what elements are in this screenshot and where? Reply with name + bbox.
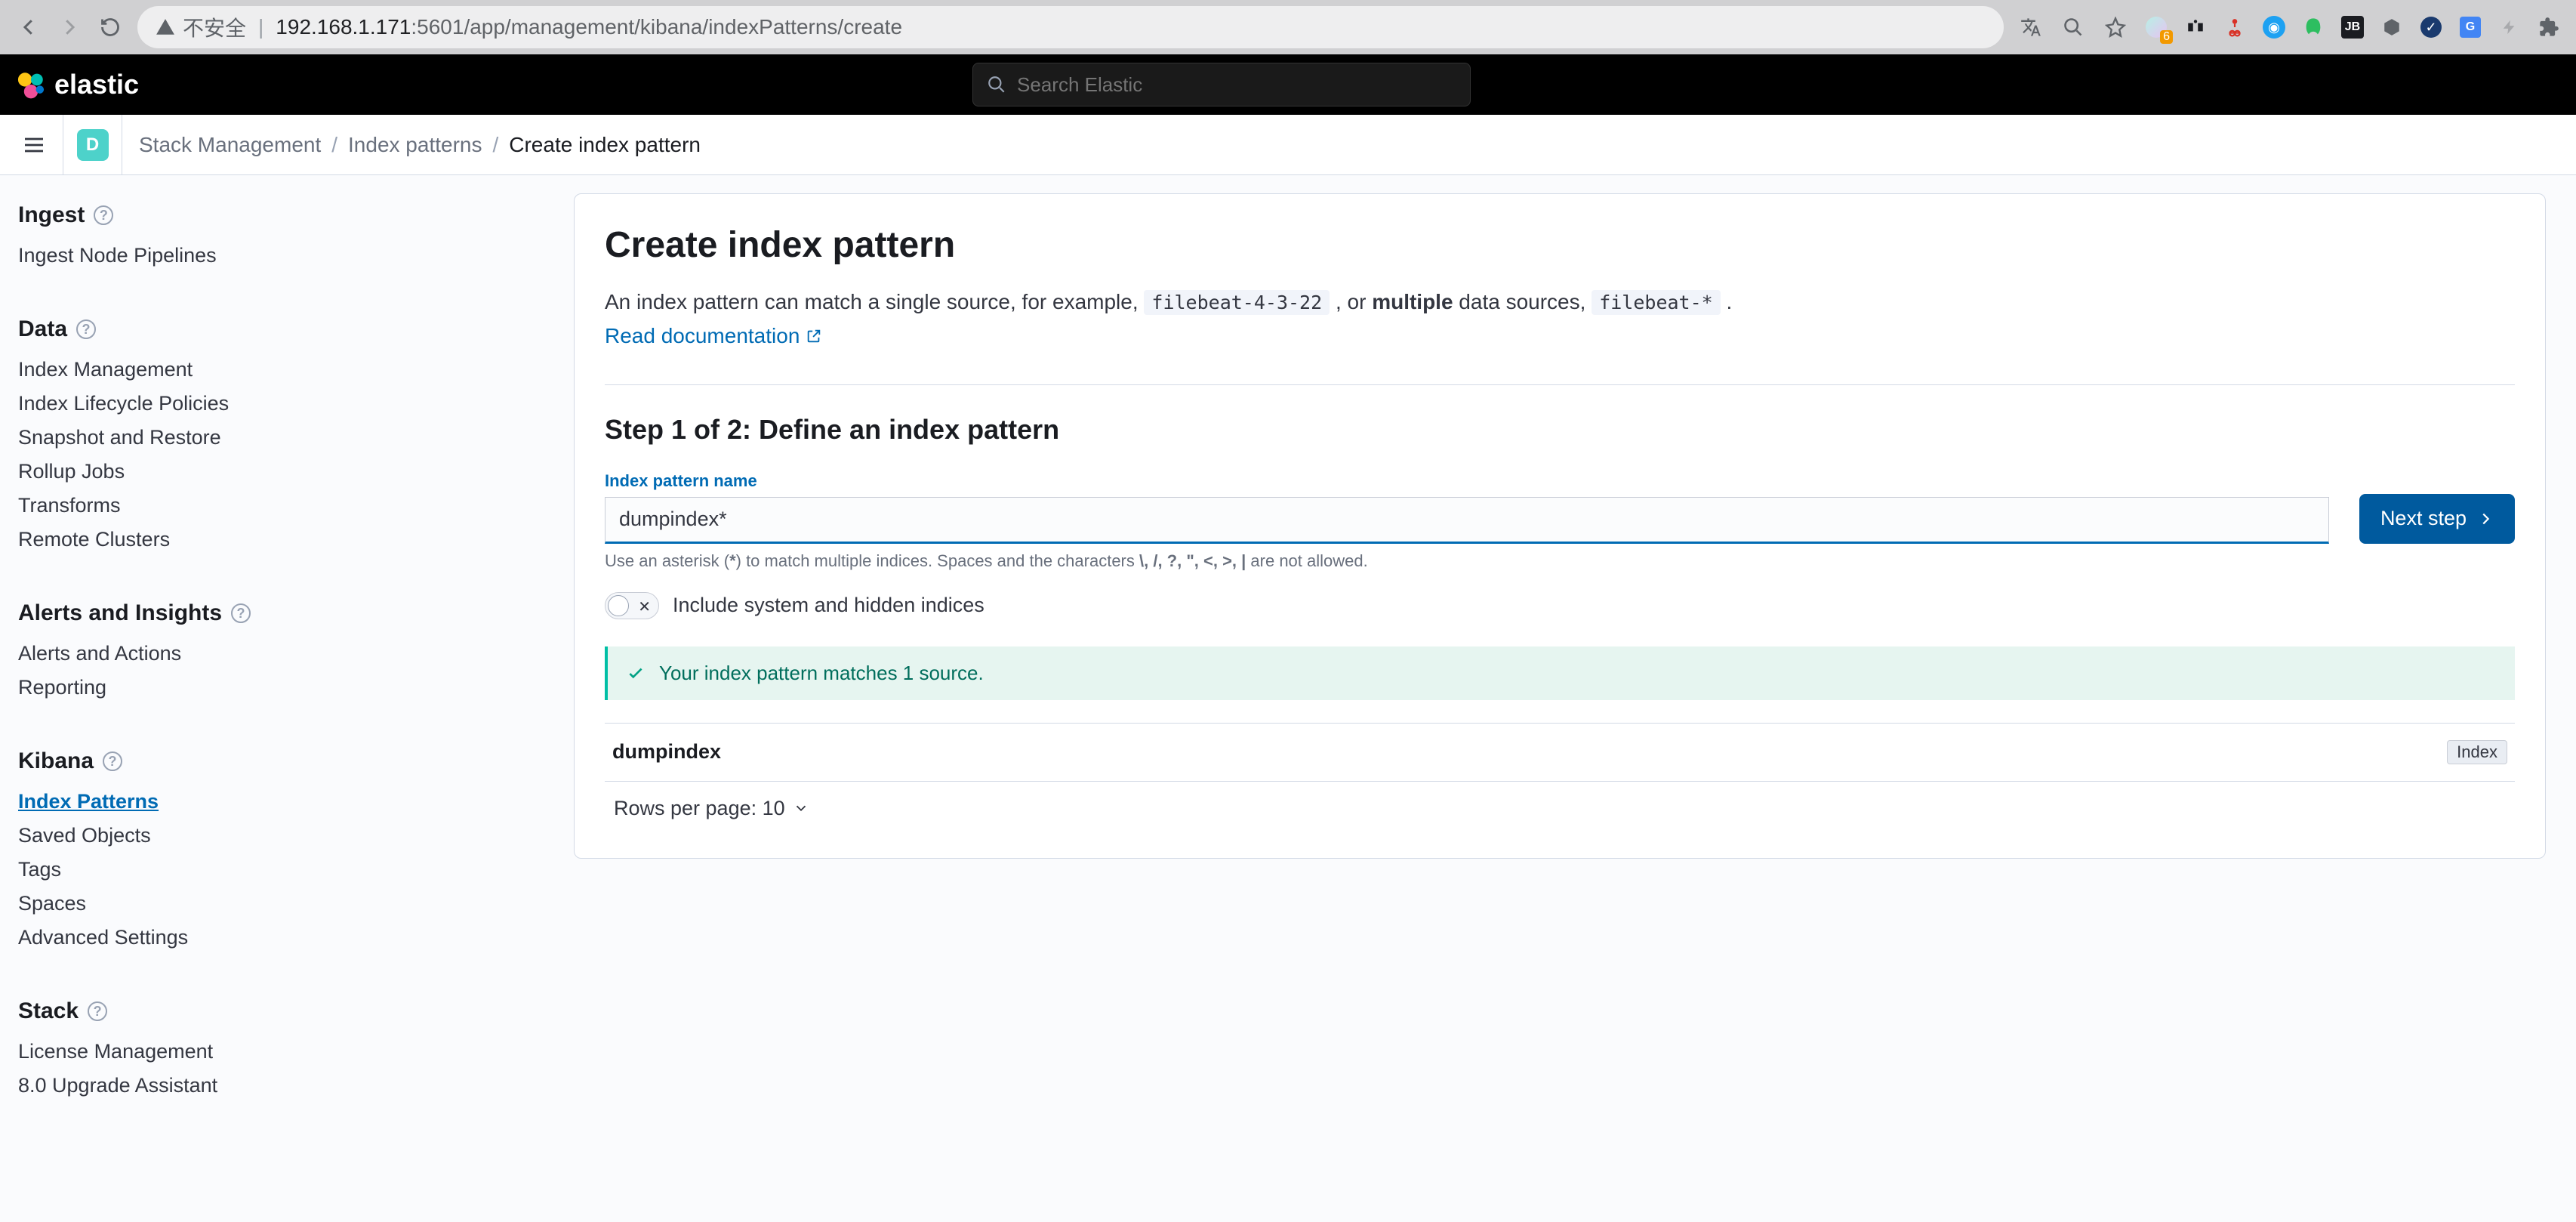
help-icon[interactable]: ? bbox=[88, 1001, 107, 1021]
global-search-input[interactable] bbox=[1017, 73, 1456, 97]
search-icon bbox=[987, 75, 1006, 94]
ext-icon-4[interactable]: ◉ bbox=[2262, 15, 2286, 39]
index-pattern-name-input[interactable] bbox=[605, 497, 2329, 544]
sidebar-item[interactable]: Tags bbox=[18, 853, 556, 887]
sidebar-section-stack: Stack? bbox=[18, 998, 556, 1024]
step-title: Step 1 of 2: Define an index pattern bbox=[605, 414, 2515, 446]
source-type-badge: Index bbox=[2447, 740, 2507, 764]
chevron-right-icon bbox=[2477, 511, 2494, 527]
breadcrumbs: Stack Management / Index patterns / Crea… bbox=[122, 133, 701, 157]
sidebar-section-data: Data? bbox=[18, 316, 556, 342]
sidebar-item[interactable]: Spaces bbox=[18, 887, 556, 921]
address-bar[interactable]: 不安全 | 192.168.1.171:5601/app/management/… bbox=[137, 6, 2004, 48]
forward-button[interactable] bbox=[56, 14, 83, 41]
ext-icon-10[interactable] bbox=[2497, 15, 2522, 39]
chevron-down-icon bbox=[793, 800, 809, 816]
toggle-label: Include system and hidden indices bbox=[673, 594, 984, 617]
field-hint: Use an asterisk (*) to match multiple in… bbox=[605, 551, 2329, 571]
sidebar-item[interactable]: Transforms bbox=[18, 489, 556, 523]
breadcrumb-current: Create index pattern bbox=[509, 133, 701, 157]
insecure-warning: 不安全 bbox=[156, 12, 246, 42]
reload-button[interactable] bbox=[97, 14, 124, 41]
extensions-icon[interactable] bbox=[2537, 15, 2561, 39]
sources-table: dumpindex Index bbox=[605, 723, 2515, 782]
sidebar-item[interactable]: Alerts and Actions bbox=[18, 637, 556, 671]
space-selector[interactable]: D bbox=[77, 129, 109, 161]
code-example: filebeat-* bbox=[1592, 290, 1721, 315]
nav-toggle[interactable] bbox=[5, 115, 63, 175]
app-header: elastic bbox=[0, 54, 2576, 115]
table-row: dumpindex Index bbox=[605, 724, 2515, 782]
sidebar-section-ingest: Ingest? bbox=[18, 202, 556, 228]
elastic-logo-icon bbox=[15, 69, 47, 100]
global-search[interactable] bbox=[972, 63, 1471, 106]
url-text: 192.168.1.171:5601/app/management/kibana… bbox=[276, 15, 902, 39]
browser-actions: 6 ◉ JB ✓ G bbox=[2017, 14, 2561, 41]
sidebar-item[interactable]: 8.0 Upgrade Assistant bbox=[18, 1069, 556, 1103]
ext-icon-1[interactable]: 6 bbox=[2144, 15, 2168, 39]
sidebar-item[interactable]: Advanced Settings bbox=[18, 921, 556, 955]
sidebar-section-kibana: Kibana? bbox=[18, 748, 556, 774]
sidebar-item-index-patterns[interactable]: Index Patterns bbox=[18, 785, 556, 819]
close-icon: ✕ bbox=[638, 597, 651, 616]
browser-toolbar: 不安全 | 192.168.1.171:5601/app/management/… bbox=[0, 0, 2576, 54]
field-label: Index pattern name bbox=[605, 471, 2329, 491]
ext-icon-2[interactable] bbox=[2183, 15, 2208, 39]
sidebar-item[interactable]: Snapshot and Restore bbox=[18, 421, 556, 455]
sidebar-section-alerts: Alerts and Insights? bbox=[18, 600, 556, 626]
warning-icon bbox=[156, 17, 175, 37]
source-name: dumpindex bbox=[612, 740, 721, 764]
external-link-icon bbox=[806, 328, 822, 344]
code-example: filebeat-4-3-22 bbox=[1144, 290, 1330, 315]
help-icon[interactable]: ? bbox=[94, 205, 113, 225]
sidebar-item[interactable]: Index Management bbox=[18, 353, 556, 387]
ext-icon-7[interactable] bbox=[2380, 15, 2404, 39]
match-callout: Your index pattern matches 1 source. bbox=[605, 646, 2515, 700]
next-step-button[interactable]: Next step bbox=[2359, 494, 2515, 544]
breadcrumb-link[interactable]: Stack Management bbox=[139, 133, 321, 157]
breadcrumb-link[interactable]: Index patterns bbox=[348, 133, 482, 157]
elastic-logo[interactable]: elastic bbox=[15, 69, 139, 100]
include-system-indices-toggle[interactable]: ✕ bbox=[605, 592, 659, 619]
ext-icon-6[interactable]: JB bbox=[2340, 15, 2365, 39]
ext-icon-3[interactable] bbox=[2223, 15, 2247, 39]
help-icon[interactable]: ? bbox=[231, 603, 251, 623]
sidebar-item[interactable]: Index Lifecycle Policies bbox=[18, 387, 556, 421]
back-button[interactable] bbox=[15, 14, 42, 41]
sidebar-item[interactable]: Ingest Node Pipelines bbox=[18, 239, 556, 273]
ext-icon-9[interactable]: G bbox=[2458, 15, 2482, 39]
rows-per-page-selector[interactable]: Rows per page: 10 bbox=[605, 782, 2515, 835]
check-icon bbox=[626, 663, 646, 683]
page-description: An index pattern can match a single sour… bbox=[605, 285, 2515, 319]
sidebar-item[interactable]: Rollup Jobs bbox=[18, 455, 556, 489]
sidebar-item[interactable]: License Management bbox=[18, 1035, 556, 1069]
ext-icon-5[interactable] bbox=[2301, 15, 2325, 39]
sidebar-item[interactable]: Remote Clusters bbox=[18, 523, 556, 557]
help-icon[interactable]: ? bbox=[103, 751, 122, 771]
subheader: D Stack Management / Index patterns / Cr… bbox=[0, 115, 2576, 175]
sidebar-item[interactable]: Saved Objects bbox=[18, 819, 556, 853]
management-sidebar: Ingest? Ingest Node Pipelines Data? Inde… bbox=[0, 175, 574, 1222]
zoom-icon[interactable] bbox=[2060, 14, 2087, 41]
main-content: Create index pattern An index pattern ca… bbox=[574, 175, 2576, 1222]
star-icon[interactable] bbox=[2102, 14, 2129, 41]
translate-icon[interactable] bbox=[2017, 14, 2044, 41]
read-documentation-link[interactable]: Read documentation bbox=[605, 324, 822, 348]
ext-icon-8[interactable]: ✓ bbox=[2419, 15, 2443, 39]
sidebar-item[interactable]: Reporting bbox=[18, 671, 556, 705]
page-title: Create index pattern bbox=[605, 224, 2515, 266]
help-icon[interactable]: ? bbox=[76, 319, 96, 339]
